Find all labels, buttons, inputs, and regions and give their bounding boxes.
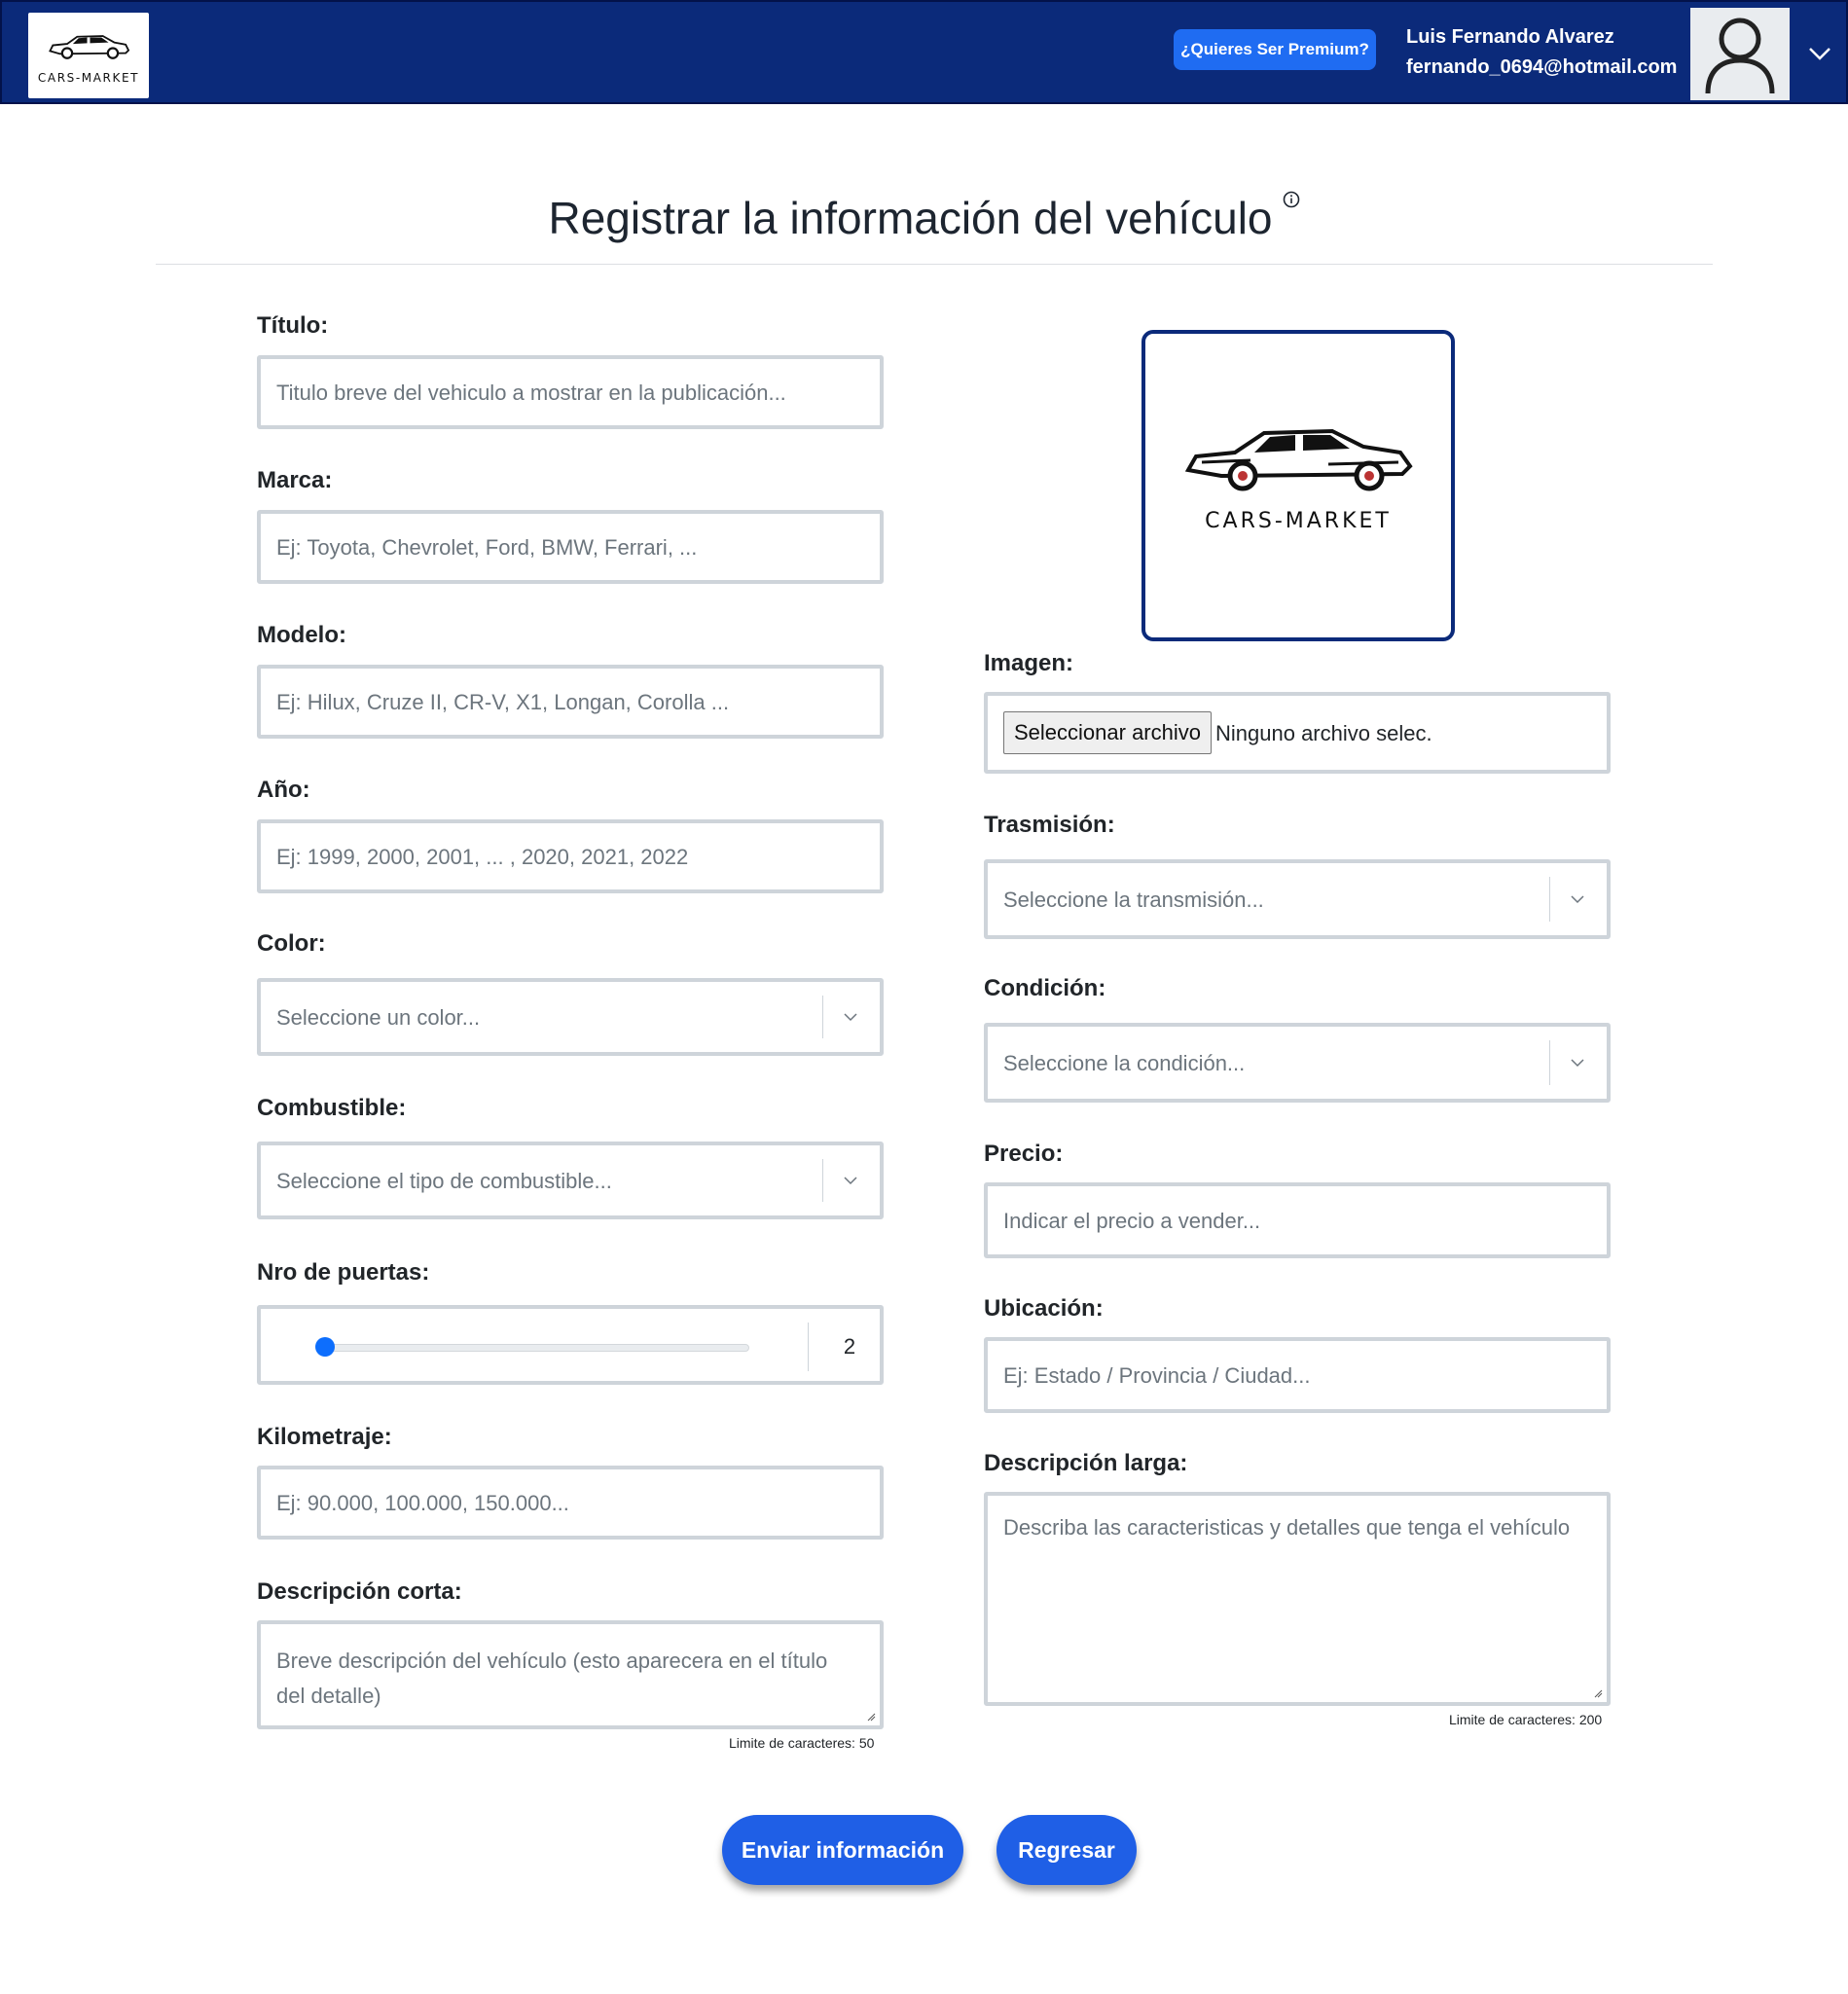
preview-logo-text: CARS-MARKET	[1205, 509, 1392, 533]
precio-placeholder: Indicar el precio a vender...	[1003, 1209, 1261, 1233]
condicion-placeholder: Seleccione la condición...	[1003, 1051, 1246, 1075]
brand-logo[interactable]: CARS-MARKET	[28, 13, 149, 98]
imagen-label: Imagen:	[984, 650, 1074, 676]
image-preview: CARS-MARKET	[1141, 330, 1455, 641]
info-icon[interactable]	[1283, 191, 1300, 208]
combustible-placeholder: Seleccione el tipo de combustible...	[276, 1169, 612, 1193]
marca-label: Marca:	[257, 467, 333, 493]
resize-handle-icon[interactable]	[1593, 1688, 1603, 1698]
ubicacion-placeholder: Ej: Estado / Provincia / Ciudad...	[1003, 1363, 1311, 1388]
titulo-input[interactable]: Titulo breve del vehiculo a mostrar en l…	[257, 355, 884, 429]
select-divider	[822, 996, 823, 1038]
trasmision-select[interactable]: Seleccione la transmisión...	[984, 859, 1611, 939]
car-logo-icon	[1184, 428, 1413, 491]
select-divider	[822, 1159, 823, 1202]
kilometraje-placeholder: Ej: 90.000, 100.000, 150.000...	[276, 1491, 569, 1515]
chevron-down-icon	[844, 1177, 857, 1185]
color-select[interactable]: Seleccione un color...	[257, 978, 884, 1056]
kilometraje-label: Kilometraje:	[257, 1424, 392, 1450]
trasmision-placeholder: Seleccione la transmisión...	[1003, 888, 1264, 912]
descripcion-larga-label: Descripción larga:	[984, 1450, 1188, 1476]
color-placeholder: Seleccione un color...	[276, 1005, 481, 1030]
premium-button[interactable]: ¿Quieres Ser Premium?	[1174, 29, 1376, 70]
precio-label: Precio:	[984, 1141, 1064, 1167]
condicion-select[interactable]: Seleccione la condición...	[984, 1023, 1611, 1103]
marca-input[interactable]: Ej: Toyota, Chevrolet, Ford, BMW, Ferrar…	[257, 510, 884, 584]
marca-placeholder: Ej: Toyota, Chevrolet, Ford, BMW, Ferrar…	[276, 535, 698, 560]
back-button[interactable]: Regresar	[996, 1815, 1137, 1885]
color-label: Color:	[257, 930, 326, 957]
puertas-range-thumb[interactable]	[315, 1337, 335, 1357]
puertas-value: 2	[843, 1334, 856, 1359]
descripcion-larga-placeholder: Describa las caracteristicas y detalles …	[1003, 1515, 1571, 1540]
descripcion-corta-hint: Limite de caracteres: 50	[729, 1735, 875, 1751]
range-divider	[808, 1323, 809, 1371]
select-file-button[interactable]: Seleccionar archivo	[1003, 711, 1212, 754]
chevron-down-icon	[1571, 895, 1584, 904]
ubicacion-label: Ubicación:	[984, 1295, 1104, 1322]
chevron-down-icon	[844, 1013, 857, 1022]
select-divider	[1549, 1040, 1550, 1085]
submit-button[interactable]: Enviar información	[722, 1815, 963, 1885]
page-title: Registrar la información del vehículo	[0, 191, 1848, 244]
kilometraje-input[interactable]: Ej: 90.000, 100.000, 150.000...	[257, 1466, 884, 1540]
car-logo-icon	[49, 35, 130, 59]
user-name: Luis Fernando Alvarez	[1406, 26, 1614, 48]
combustible-label: Combustible:	[257, 1095, 407, 1121]
page-title-text: Registrar la información del vehículo	[548, 193, 1273, 243]
modelo-label: Modelo:	[257, 622, 346, 648]
ubicacion-input[interactable]: Ej: Estado / Provincia / Ciudad...	[984, 1337, 1611, 1413]
modelo-input[interactable]: Ej: Hilux, Cruze II, CR-V, X1, Longan, C…	[257, 665, 884, 739]
anio-placeholder: Ej: 1999, 2000, 2001, ... , 2020, 2021, …	[276, 845, 689, 869]
user-avatar-icon	[1705, 18, 1775, 94]
descripcion-corta-label: Descripción corta:	[257, 1578, 462, 1605]
puertas-range-track[interactable]	[319, 1344, 749, 1352]
condicion-label: Condición:	[984, 975, 1106, 1001]
modelo-placeholder: Ej: Hilux, Cruze II, CR-V, X1, Longan, C…	[276, 690, 730, 714]
file-status: Ninguno archivo selec.	[1215, 721, 1432, 745]
anio-label: Año:	[257, 777, 310, 803]
trasmision-label: Trasmisión:	[984, 812, 1115, 838]
chevron-down-icon[interactable]	[1807, 41, 1832, 66]
top-navbar: CARS-MARKET ¿Quieres Ser Premium? Luis F…	[0, 0, 1848, 104]
user-email: fernando_0694@hotmail.com	[1406, 56, 1678, 78]
avatar[interactable]	[1690, 8, 1790, 100]
descripcion-larga-textarea[interactable]: Describa las caracteristicas y detalles …	[984, 1492, 1611, 1706]
puertas-label: Nro de puertas:	[257, 1259, 430, 1286]
resize-handle-icon[interactable]	[866, 1712, 876, 1722]
brand-logo-text: CARS-MARKET	[37, 71, 140, 85]
chevron-down-icon	[1571, 1059, 1584, 1068]
titulo-placeholder: Titulo breve del vehiculo a mostrar en l…	[276, 381, 786, 405]
descripcion-corta-textarea[interactable]: Breve descripción del vehículo (esto apa…	[257, 1620, 884, 1729]
descripcion-larga-hint: Limite de caracteres: 200	[1449, 1712, 1603, 1727]
imagen-file-input[interactable]: Seleccionar archivo Ninguno archivo sele…	[984, 692, 1611, 774]
title-divider	[156, 264, 1713, 265]
puertas-range-group: 2	[257, 1305, 884, 1385]
anio-input[interactable]: Ej: 1999, 2000, 2001, ... , 2020, 2021, …	[257, 819, 884, 893]
precio-input[interactable]: Indicar el precio a vender...	[984, 1182, 1611, 1258]
titulo-label: Título:	[257, 312, 329, 339]
combustible-select[interactable]: Seleccione el tipo de combustible...	[257, 1142, 884, 1219]
select-divider	[1549, 877, 1550, 922]
descripcion-corta-placeholder: Breve descripción del vehículo (esto apa…	[276, 1649, 828, 1708]
